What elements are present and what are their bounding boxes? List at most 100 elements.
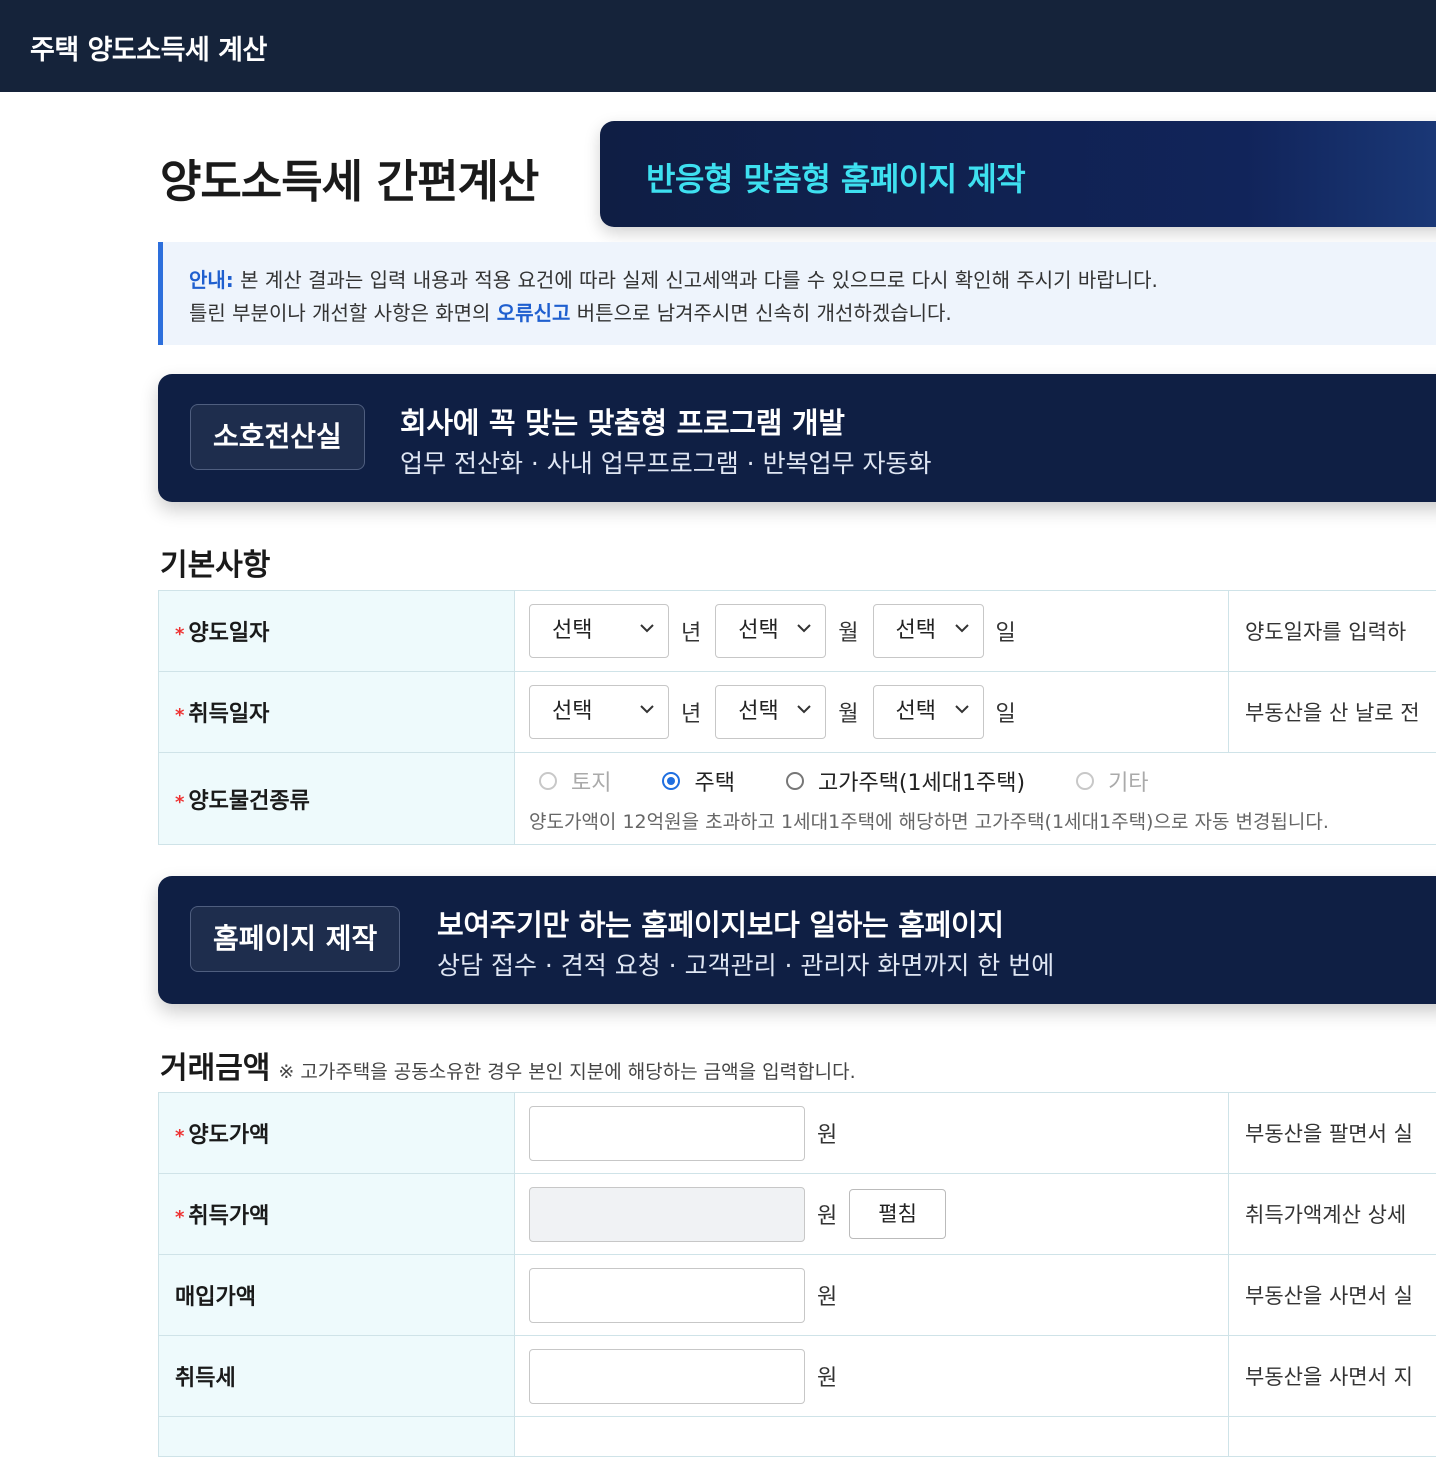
select-value: 선택 bbox=[552, 618, 592, 643]
radio-icon bbox=[1076, 772, 1094, 790]
label-text: 취득일자 bbox=[188, 702, 269, 727]
ad-headline: 보여주기만 하는 홈페이지보다 일하는 홈페이지 bbox=[437, 902, 1004, 944]
row-label: *양도물건종류 bbox=[159, 753, 515, 845]
row-label: *취득일자 bbox=[159, 672, 515, 753]
sale-month-select[interactable]: 선택 bbox=[715, 604, 826, 658]
form-row-sale-date: *양도일자 선택년선택월선택일 양도일자를 입력하 bbox=[159, 591, 1436, 672]
radio-label: 기타 bbox=[1108, 765, 1148, 797]
ad-subtext: 업무 전산화 · 사내 업무프로그램 · 반복업무 자동화 bbox=[400, 444, 932, 480]
form-row-next bbox=[159, 1417, 1436, 1457]
select-value: 선택 bbox=[896, 699, 936, 724]
help-text bbox=[1229, 1417, 1436, 1457]
select-value: 선택 bbox=[738, 699, 778, 724]
help-text: 부동산을 산 날로 전 bbox=[1229, 672, 1436, 753]
unit-day: 일 bbox=[996, 696, 1016, 728]
ad-headline: 회사에 꼭 맞는 맞춤형 프로그램 개발 bbox=[400, 400, 845, 442]
section-title-basic: 기본사항 bbox=[160, 540, 270, 584]
help-text: 취득가액계산 상세 bbox=[1229, 1174, 1436, 1255]
acquire-month-select[interactable]: 선택 bbox=[715, 685, 826, 739]
form-row-acquisition-tax: 취득세 원 부동산을 사면서 지 bbox=[159, 1336, 1436, 1417]
unit-month: 월 bbox=[838, 696, 858, 728]
sale-year-select[interactable]: 선택 bbox=[529, 604, 669, 658]
ad-top-text: 반응형 맞춤형 홈페이지 제작 bbox=[646, 154, 1025, 200]
radio-icon bbox=[786, 772, 804, 790]
sale-day-select[interactable]: 선택 bbox=[873, 604, 984, 658]
acquisition-tax-input[interactable] bbox=[529, 1349, 805, 1404]
select-value: 선택 bbox=[896, 618, 936, 643]
ad-subtext: 상담 접수 · 견적 요청 · 고객관리 · 관리자 화면까지 한 번에 bbox=[437, 946, 1054, 982]
chevron-down-icon bbox=[795, 700, 813, 718]
chevron-down-icon bbox=[638, 700, 656, 718]
help-text: 부동산을 사면서 지 bbox=[1229, 1336, 1436, 1417]
help-text: 부동산을 사면서 실 bbox=[1229, 1255, 1436, 1336]
chevron-down-icon bbox=[638, 619, 656, 637]
label-text: 양도물건종류 bbox=[188, 789, 309, 814]
ad-banner-homepage[interactable]: 홈페이지 제작 보여주기만 하는 홈페이지보다 일하는 홈페이지 상담 접수 ·… bbox=[158, 876, 1436, 1004]
notice-line-1: 안내: 본 계산 결과는 입력 내용과 적용 요건에 따라 실제 신고세액과 다… bbox=[189, 264, 1158, 293]
unit-day: 일 bbox=[996, 615, 1016, 647]
help-text: 부동산을 팔면서 실 bbox=[1229, 1093, 1436, 1174]
error-report-link[interactable]: 오류신고 bbox=[497, 301, 571, 325]
notice-text-1: 본 계산 결과는 입력 내용과 적용 요건에 따라 실제 신고세액과 다를 수 … bbox=[234, 268, 1158, 292]
select-value: 선택 bbox=[552, 699, 592, 724]
required-mark: * bbox=[175, 1207, 184, 1228]
form-row-acquire-price: *취득가액 원 펼침 취득가액계산 상세 bbox=[159, 1174, 1436, 1255]
unit-won: 원 bbox=[817, 1198, 837, 1230]
acquire-price-input[interactable] bbox=[529, 1187, 805, 1242]
acquire-day-select[interactable]: 선택 bbox=[873, 685, 984, 739]
date-controls: 선택년선택월선택일 bbox=[515, 672, 1229, 753]
notice-label: 안내: bbox=[189, 268, 234, 292]
ad-banner-program[interactable]: 소호전산실 회사에 꼭 맞는 맞춤형 프로그램 개발 업무 전산화 · 사내 업… bbox=[158, 374, 1436, 502]
amount-controls: 원 펼침 bbox=[515, 1174, 1229, 1255]
help-text: 양도일자를 입력하 bbox=[1229, 591, 1436, 672]
ad-banner-top[interactable]: 반응형 맞춤형 홈페이지 제작 bbox=[600, 121, 1436, 227]
label-text: 취득가액 bbox=[188, 1204, 269, 1229]
chevron-down-icon bbox=[953, 619, 971, 637]
radio-other[interactable]: 기타 bbox=[1066, 765, 1148, 797]
acquire-year-select[interactable]: 선택 bbox=[529, 685, 669, 739]
label-text: 양도가액 bbox=[188, 1123, 269, 1148]
property-type-controls: 토지 주택 고가주택(1세대1주택) 기타 양도가액이 12억원을 초과하고 1… bbox=[515, 753, 1436, 845]
radio-land[interactable]: 토지 bbox=[529, 765, 611, 797]
notice-line-2: 틀린 부분이나 개선할 사항은 화면의 오류신고 버튼으로 남겨주시면 신속히 … bbox=[189, 297, 952, 326]
radio-group: 토지 주택 고가주택(1세대1주택) 기타 bbox=[529, 765, 1436, 797]
sale-price-input[interactable] bbox=[529, 1106, 805, 1161]
label-text: 취득세 bbox=[175, 1366, 236, 1391]
form-row-property-type: *양도물건종류 토지 주택 고가주택(1세대1주택) 기타 양도가액이 12억원… bbox=[159, 753, 1436, 845]
label-text: 매입가액 bbox=[175, 1285, 256, 1310]
radio-label: 고가주택(1세대1주택) bbox=[818, 765, 1025, 797]
purchase-price-input[interactable] bbox=[529, 1268, 805, 1323]
chevron-down-icon bbox=[953, 700, 971, 718]
amount-controls: 원 bbox=[515, 1336, 1229, 1417]
row-label: *양도일자 bbox=[159, 591, 515, 672]
app-header: 주택 양도소득세 계산 bbox=[0, 0, 1436, 92]
unit-won: 원 bbox=[817, 1279, 837, 1311]
required-mark: * bbox=[175, 705, 184, 726]
form-row-purchase-price: 매입가액 원 부동산을 사면서 실 bbox=[159, 1255, 1436, 1336]
radio-label: 토지 bbox=[571, 765, 611, 797]
unit-year: 년 bbox=[681, 615, 701, 647]
row-label: 매입가액 bbox=[159, 1255, 515, 1336]
label-text: 양도일자 bbox=[188, 621, 269, 646]
radio-checked-icon bbox=[662, 772, 680, 790]
section-title-amount: 거래금액 ※ 고가주택을 공동소유한 경우 본인 지분에 해당하는 금액을 입력합… bbox=[160, 1043, 856, 1087]
section-title-text: 거래금액 bbox=[160, 1051, 270, 1086]
required-mark: * bbox=[175, 624, 184, 645]
radio-luxury-house[interactable]: 고가주택(1세대1주택) bbox=[776, 765, 1025, 797]
section-note: ※ 고가주택을 공동소유한 경우 본인 지분에 해당하는 금액을 입력합니다. bbox=[278, 1061, 855, 1083]
notice-text-2b: 버튼으로 남겨주시면 신속히 개선하겠습니다. bbox=[570, 301, 951, 325]
amount-table: *양도가액 원 부동산을 팔면서 실 *취득가액 원펼침 취득가액계산 상세 매… bbox=[158, 1092, 1436, 1457]
radio-icon bbox=[539, 772, 557, 790]
unit-won: 원 bbox=[817, 1117, 837, 1149]
expand-button[interactable]: 펼침 bbox=[849, 1189, 946, 1239]
unit-won: 원 bbox=[817, 1360, 837, 1392]
page-title: 양도소득세 간편계산 bbox=[160, 145, 538, 210]
date-controls: 선택년선택월선택일 bbox=[515, 591, 1229, 672]
radio-house[interactable]: 주택 bbox=[652, 765, 734, 797]
amount-controls: 원 bbox=[515, 1093, 1229, 1174]
radio-label: 주택 bbox=[694, 765, 734, 797]
amount-controls bbox=[515, 1417, 1229, 1457]
notice-text-2a: 틀린 부분이나 개선할 사항은 화면의 bbox=[189, 301, 497, 325]
row-label: *취득가액 bbox=[159, 1174, 515, 1255]
amount-controls: 원 bbox=[515, 1255, 1229, 1336]
